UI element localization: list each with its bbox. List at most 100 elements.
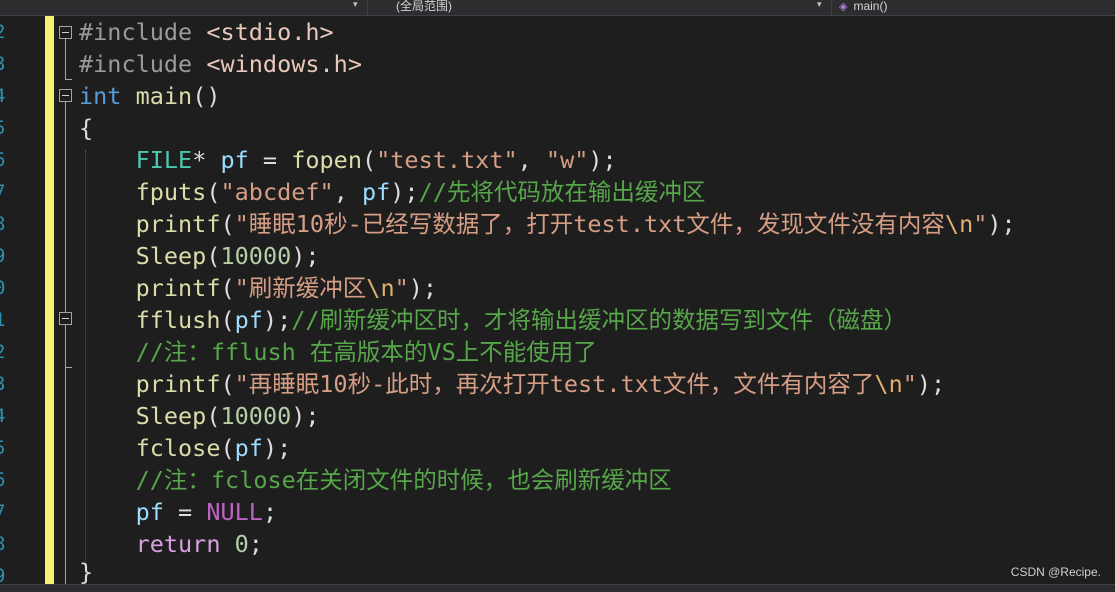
punctuation: ( <box>361 146 377 174</box>
code-line-fputs[interactable]: fputs("abcdef", pf);//先将代码放在输出缓冲区 <box>79 176 706 208</box>
escape-sequence: \n <box>366 274 395 302</box>
function-name: fclose <box>135 434 221 462</box>
brace: } <box>79 558 94 586</box>
code-line-printf-flush-msg[interactable]: printf("刷新缓冲区\n"); <box>79 272 437 304</box>
string-literal: "test.txt" <box>376 146 518 174</box>
line-number: 1 <box>0 304 8 336</box>
punctuation: ); <box>588 146 617 174</box>
code-line-sleep-1[interactable]: Sleep(10000); <box>79 240 320 272</box>
change-tracking-bar <box>45 16 54 584</box>
function-name: printf <box>135 210 221 238</box>
macro: NULL <box>206 498 263 526</box>
comment: //先将代码放在输出缓冲区 <box>418 178 706 206</box>
string-literal: "睡眠10秒-已经写数据了，打开test.txt文件，发现文件没有内容 <box>234 210 945 238</box>
chevron-down-icon[interactable]: ▾ <box>353 0 358 10</box>
punctuation: ); <box>291 402 320 430</box>
code-line-fopen[interactable]: FILE* pf = fopen("test.txt", "w"); <box>79 144 617 176</box>
method-cube-icon: ◈ <box>839 1 848 13</box>
comment: //注：fclose在关闭文件的时候，也会刷新缓冲区 <box>135 466 672 494</box>
line-number: 7 <box>0 176 8 208</box>
code-line-return[interactable]: return 0; <box>79 528 263 560</box>
line-number: 0 <box>0 272 8 304</box>
string-literal: "w" <box>545 146 589 174</box>
outline-end-tick <box>65 79 72 80</box>
scope-label: (全局范围) <box>396 0 452 13</box>
outline-line <box>65 325 66 585</box>
punctuation: ); <box>262 434 292 462</box>
code-line-printf-sleep-msg[interactable]: printf("睡眠10秒-已经写数据了，打开test.txt文件，发现文件没有… <box>79 208 1016 240</box>
comment: //刷新缓冲区时，才将输出缓冲区的数据写到文件（磁盘） <box>291 306 908 334</box>
collapse-icon[interactable] <box>59 312 72 325</box>
code-line-include-stdio[interactable]: #include <stdio.h> <box>79 16 334 48</box>
variable: pf <box>220 146 249 174</box>
code-line-pf-null[interactable]: pf = NULL; <box>79 496 278 528</box>
control-keyword: return <box>135 530 221 558</box>
punctuation: = <box>163 498 207 526</box>
number-literal: 10000 <box>220 242 292 270</box>
function-name: main <box>135 82 193 110</box>
line-number: 5 <box>0 432 8 464</box>
chevron-down-icon[interactable]: ▾ <box>817 0 822 10</box>
type-keyword: int <box>79 82 122 110</box>
code-line-comment-fclose-note[interactable]: //注：fclose在关闭文件的时候，也会刷新缓冲区 <box>79 464 672 496</box>
function-name: fputs <box>135 178 207 206</box>
collapse-icon[interactable] <box>59 89 72 102</box>
comment: //注：fflush 在高版本的VS上不能使用了 <box>135 338 597 366</box>
punctuation: ( <box>206 402 221 430</box>
line-number: 9 <box>0 240 8 272</box>
code-line-open-brace[interactable]: { <box>79 112 93 144</box>
punctuation: ); <box>390 178 419 206</box>
punctuation: , <box>333 178 362 206</box>
line-number: 6 <box>0 464 8 496</box>
punctuation: ); <box>408 274 438 302</box>
outline-end-tick <box>65 367 72 368</box>
punctuation: ( <box>206 242 221 270</box>
punctuation: () <box>192 82 221 110</box>
navigation-bar: ▾ (全局范围) ▾ ◈ main() <box>0 0 1115 16</box>
outline-line <box>65 102 66 312</box>
string-literal: " <box>902 370 917 398</box>
punctuation: ); <box>262 306 292 334</box>
member-dropdown[interactable]: ◈ main() <box>839 0 887 15</box>
code-line-fclose[interactable]: fclose(pf); <box>79 432 292 464</box>
function-name: fopen <box>291 146 362 174</box>
escape-sequence: \n <box>944 210 974 238</box>
function-name: Sleep <box>135 402 207 430</box>
variable: pf <box>135 498 164 526</box>
string-literal: "再睡眠10秒-此时，再次打开test.txt文件，文件有内容了 <box>234 370 875 398</box>
preprocessor-directive: #include <box>79 50 193 78</box>
line-number: 2 <box>0 16 8 48</box>
collapse-icon[interactable] <box>59 26 72 39</box>
code-line-main-signature[interactable]: int main() <box>79 80 221 112</box>
code-line-printf-resleep-msg[interactable]: printf("再睡眠10秒-此时，再次打开test.txt文件，文件有内容了\… <box>79 368 946 400</box>
code-line-fflush[interactable]: fflush(pf);//刷新缓冲区时，才将输出缓冲区的数据写到文件（磁盘） <box>79 304 907 336</box>
line-number: 2 <box>0 336 8 368</box>
code-line-comment-fflush-note[interactable]: //注：fflush 在高版本的VS上不能使用了 <box>79 336 597 368</box>
line-number: 3 <box>0 368 8 400</box>
variable: pf <box>234 434 263 462</box>
string-literal: " <box>394 274 409 302</box>
code-line-include-windows[interactable]: #include <windows.h> <box>79 48 362 80</box>
variable: pf <box>234 306 263 334</box>
line-number: 8 <box>0 528 8 560</box>
punctuation: ( <box>220 434 235 462</box>
punctuation: ( <box>220 210 235 238</box>
punctuation: ( <box>220 274 235 302</box>
scope-dropdown[interactable]: (全局范围) <box>396 0 452 15</box>
include-header: <windows.h> <box>206 50 362 78</box>
punctuation: ); <box>916 370 946 398</box>
punctuation: ; <box>262 498 278 526</box>
code-line-sleep-2[interactable]: Sleep(10000); <box>79 400 320 432</box>
